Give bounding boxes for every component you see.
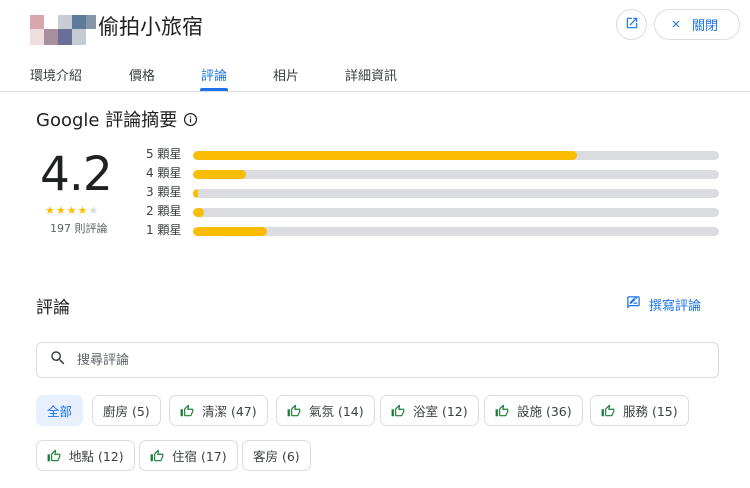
rating-bar-row[interactable]: 2 顆星 <box>146 204 720 218</box>
chip-label: 清潔 (47) <box>202 404 257 419</box>
thumbs-up-icon <box>47 449 61 463</box>
chip-label: 住宿 (17) <box>172 449 227 464</box>
rating-bar-label: 1 顆星 <box>146 223 182 237</box>
active-tab-indicator <box>200 88 228 91</box>
tab-photos[interactable]: 相片 <box>273 65 299 91</box>
chip-label: 廚房 (5) <box>103 404 150 419</box>
rating-bar-track <box>193 170 719 179</box>
rating-bar-fill <box>193 189 199 198</box>
rating-bar-label: 5 顆星 <box>146 147 182 161</box>
rating-bar-row[interactable]: 3 顆星 <box>146 185 720 199</box>
thumbs-up-icon <box>601 404 615 418</box>
thumbs-up-icon <box>391 404 405 418</box>
close-button[interactable]: 關閉 <box>654 9 740 40</box>
review-topic-chip[interactable]: 廚房 (5) <box>92 395 161 426</box>
rating-bar-fill <box>193 170 246 179</box>
open-in-new-button[interactable] <box>616 9 647 40</box>
tab-overview[interactable]: 環境介紹 <box>30 65 82 91</box>
star-icon: ★ <box>77 204 88 217</box>
review-summary-title: Google 評論摘要 <box>36 110 178 131</box>
rating-bar-track <box>193 208 719 217</box>
review-topic-chip[interactable]: 設施 (36) <box>484 395 583 426</box>
open-in-new-icon <box>625 15 639 34</box>
chip-label: 浴室 (12) <box>413 404 468 419</box>
rating-bar-row[interactable]: 1 顆星 <box>146 223 720 237</box>
thumbs-up-icon <box>495 404 509 418</box>
rating-bar-track <box>193 151 719 160</box>
close-icon <box>670 15 682 34</box>
rating-bar-label: 4 顆星 <box>146 166 182 180</box>
star-icon: ★ <box>45 204 55 217</box>
chip-label: 地點 (12) <box>69 449 124 464</box>
search-reviews-input[interactable] <box>77 352 677 368</box>
close-label: 關閉 <box>692 19 719 34</box>
star-rating: ★ ★ ★ ★ ★ <box>45 205 98 217</box>
write-review-button[interactable]: 撰寫評論 <box>626 295 701 314</box>
review-topic-chip[interactable]: 客房 (6) <box>242 440 311 471</box>
chip-label: 設施 (36) <box>517 404 572 419</box>
rating-bar-row[interactable]: 4 顆星 <box>146 166 720 180</box>
review-search-box[interactable] <box>36 342 719 378</box>
review-topic-chip[interactable]: 住宿 (17) <box>139 440 238 471</box>
review-summary-heading: Google 評論摘要 <box>36 106 198 132</box>
review-topic-chip[interactable]: 全部 <box>36 395 84 426</box>
rating-bar-fill <box>193 151 577 160</box>
chip-label: 全部 <box>47 404 73 419</box>
star-icon: ★ <box>66 204 77 217</box>
review-topic-chip[interactable]: 地點 (12) <box>36 440 135 471</box>
chip-label: 服務 (15) <box>623 404 678 419</box>
tab-details[interactable]: 詳細資訊 <box>345 65 397 91</box>
reviews-heading: 評論 <box>36 298 70 318</box>
rate-review-icon <box>626 295 641 314</box>
chip-label: 客房 (6) <box>253 449 300 464</box>
pixelated-logo <box>30 15 96 45</box>
rating-bar-row[interactable]: 5 顆星 <box>146 147 720 161</box>
thumbs-up-icon <box>180 404 194 418</box>
review-topic-chip[interactable]: 氣氛 (14) <box>276 395 375 426</box>
thumbs-up-icon <box>150 449 164 463</box>
rating-bar-track <box>193 227 719 236</box>
rating-bar-fill <box>193 208 204 217</box>
tab-bar: 環境介紹 價格 評論 相片 詳細資訊 <box>0 56 750 92</box>
star-icon: ★ <box>88 204 99 217</box>
review-topic-chip[interactable]: 清潔 (47) <box>169 395 268 426</box>
place-header: 偷拍小旅宿 關閉 <box>0 0 750 52</box>
review-topic-chip[interactable]: 服務 (15) <box>590 395 689 426</box>
review-count: 197 則評論 <box>50 222 108 235</box>
place-title: 偷拍小旅宿 <box>98 15 203 39</box>
write-review-label: 撰寫評論 <box>649 299 702 314</box>
rating-bar-fill <box>193 227 267 236</box>
rating-bar-label: 3 顆星 <box>146 185 182 199</box>
review-topic-chip[interactable]: 浴室 (12) <box>380 395 479 426</box>
star-icon: ★ <box>55 204 66 217</box>
chip-label: 氣氛 (14) <box>309 404 364 419</box>
info-icon[interactable] <box>183 112 198 127</box>
rating-bar-track <box>193 189 719 198</box>
tab-prices[interactable]: 價格 <box>129 65 155 91</box>
thumbs-up-icon <box>287 404 301 418</box>
search-icon <box>49 349 67 371</box>
rating-bar-label: 2 顆星 <box>146 204 182 218</box>
average-rating: 4.2 <box>40 147 113 202</box>
